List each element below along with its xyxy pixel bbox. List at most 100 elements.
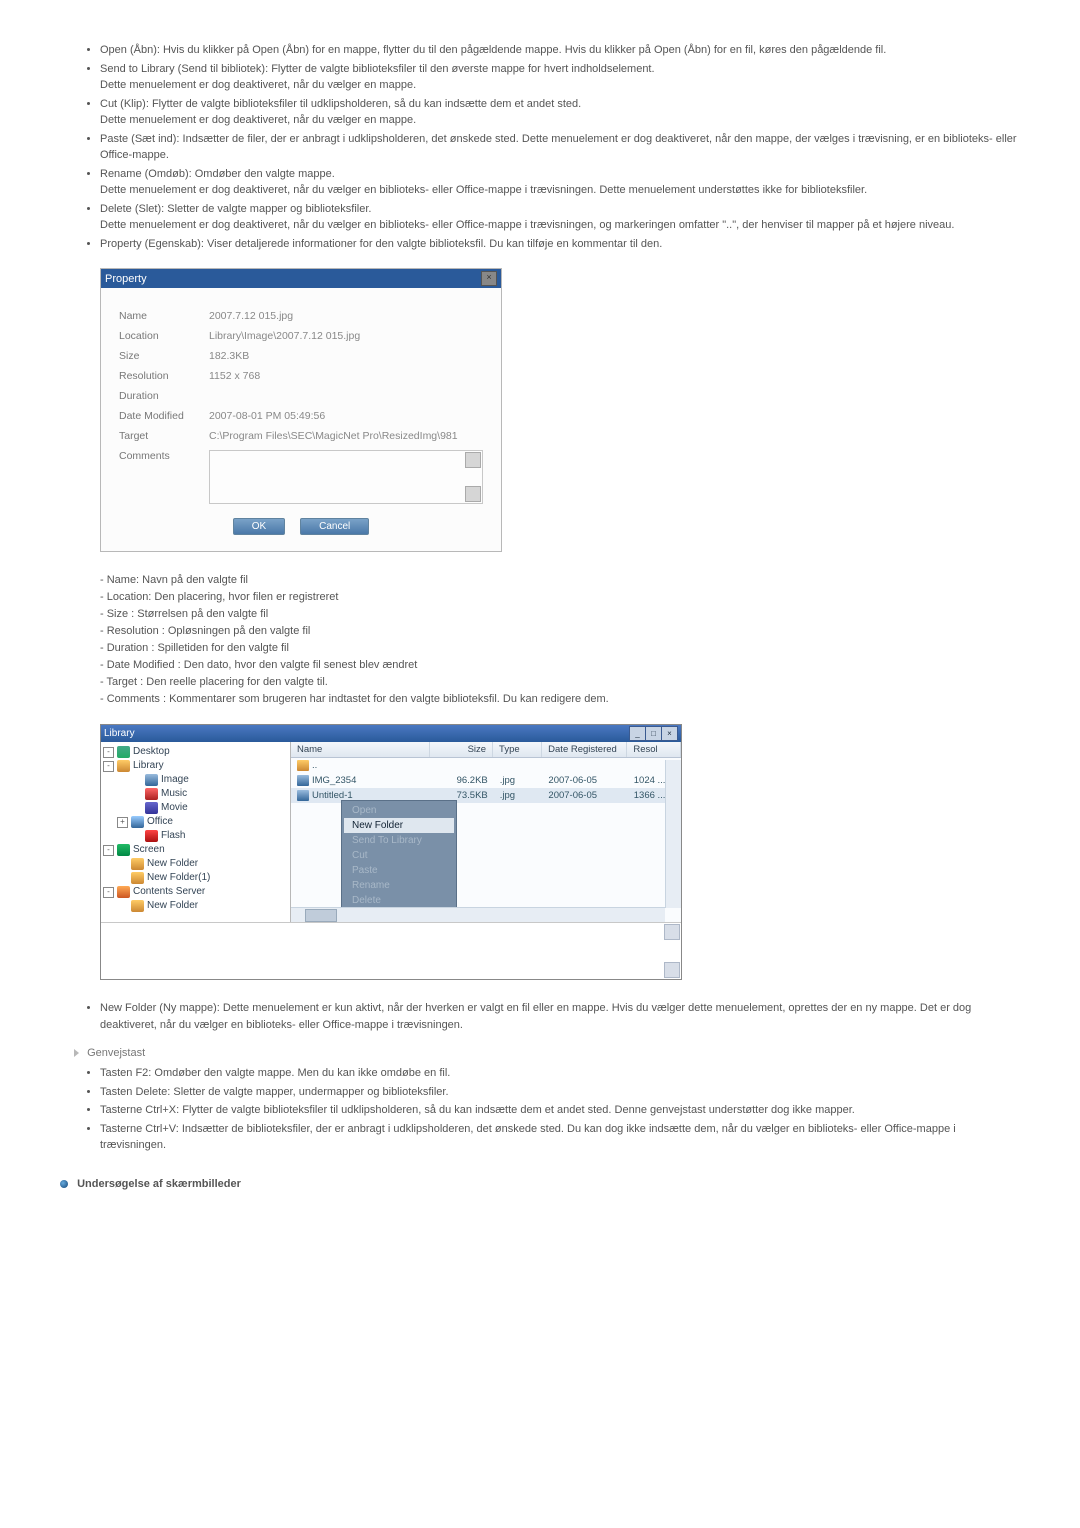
tree-node[interactable]: -Library (103, 759, 288, 773)
tree-node[interactable]: New Folder(1) (103, 871, 288, 885)
definition-line: - Target : Den reelle placering for den … (100, 674, 1020, 691)
context-menu[interactable]: OpenNew FolderSend To LibraryCutPasteRen… (341, 800, 457, 922)
library-title: Library (104, 728, 135, 739)
context-menu-item: Paste (344, 863, 454, 878)
list-item: Tasterne Ctrl+X: Flytter de valgte bibli… (100, 1102, 1020, 1119)
expand-icon (131, 832, 142, 841)
definition-line: - Date Modified : Den dato, hvor den val… (100, 657, 1020, 674)
tree-label: New Folder (147, 857, 198, 871)
section-heading: Undersøgelse af skærmbilleder (60, 1178, 1020, 1190)
screen-icon (117, 844, 130, 856)
expand-icon (131, 790, 142, 799)
prop-location-label: Location (119, 330, 209, 342)
list-item: Paste (Sæt ind): Indsætter de filer, der… (100, 131, 1020, 164)
expand-icon[interactable]: - (103, 887, 114, 898)
file-row[interactable]: IMG_235496.2KB.jpg2007-06-051024 ... (291, 773, 681, 788)
expand-icon[interactable]: - (103, 845, 114, 856)
section-heading-text: Undersøgelse af skærmbilleder (77, 1178, 241, 1190)
prop-modified-value: 2007-08-01 PM 05:49:56 (209, 410, 483, 422)
context-menu-item: Send To Library (344, 833, 454, 848)
expand-icon (117, 860, 128, 869)
expand-icon (131, 776, 142, 785)
expand-icon (117, 902, 128, 911)
definition-line: - Resolution : Opløsningen på den valgte… (100, 623, 1020, 640)
feature-list: Open (Åbn): Hvis du klikker på Open (Åbn… (60, 42, 1020, 252)
tree-node[interactable]: -Screen (103, 843, 288, 857)
prop-target-label: Target (119, 430, 209, 442)
context-menu-item[interactable]: New Folder (344, 818, 454, 833)
col-size[interactable]: Size (430, 742, 493, 757)
expand-icon[interactable]: - (103, 761, 114, 772)
definition-line: - Name: Navn på den valgte fil (100, 572, 1020, 589)
tree-node[interactable]: + Office (103, 815, 288, 829)
flash-icon (145, 830, 158, 842)
shortcut-list: Tasten F2: Omdøber den valgte mappe. Men… (60, 1065, 1020, 1154)
prop-duration-label: Duration (119, 390, 209, 402)
minimize-icon[interactable]: _ (629, 726, 646, 741)
col-name[interactable]: Name (291, 742, 430, 757)
folder-icon (117, 760, 130, 772)
file-row[interactable]: .. (291, 758, 681, 773)
office-icon (131, 816, 144, 828)
list-item: Open (Åbn): Hvis du klikker på Open (Åbn… (100, 42, 1020, 59)
prop-location-value: Library\Image\2007.7.12 015.jpg (209, 330, 483, 342)
context-menu-item: Open (344, 803, 454, 818)
expand-icon[interactable]: - (103, 747, 114, 758)
expand-icon[interactable]: + (117, 817, 128, 828)
shortcut-heading: Genvejstast (74, 1047, 1020, 1059)
list-item: Tasten F2: Omdøber den valgte mappe. Men… (100, 1065, 1020, 1082)
vertical-scrollbar[interactable] (665, 760, 681, 908)
file-icon (297, 775, 309, 786)
property-field-definitions: - Name: Navn på den valgte fil- Location… (60, 572, 1020, 708)
list-item: Tasterne Ctrl+V: Indsætter de biblioteks… (100, 1121, 1020, 1154)
close-icon[interactable]: × (661, 726, 678, 741)
tree-node[interactable]: Movie (103, 801, 288, 815)
tree-label: New Folder (147, 899, 198, 913)
tree-node[interactable]: New Folder (103, 857, 288, 871)
server-icon (117, 886, 130, 898)
context-menu-item: Rename (344, 878, 454, 893)
tree-node[interactable]: Image (103, 773, 288, 787)
tree-label: Desktop (133, 745, 170, 759)
context-menu-item: Delete (344, 893, 454, 908)
maximize-icon[interactable]: □ (645, 726, 662, 741)
list-item: Tasten Delete: Sletter de valgte mapper,… (100, 1084, 1020, 1101)
list-item: Send to Library (Send til bibliotek): Fl… (100, 61, 1020, 94)
file-icon (297, 760, 309, 771)
property-title: Property (105, 273, 147, 285)
tree-node[interactable]: Music (103, 787, 288, 801)
tree-label: Office (147, 815, 173, 829)
comments-textarea[interactable] (209, 450, 483, 504)
list-item: Property (Egenskab): Viser detaljerede i… (100, 236, 1020, 253)
tree-node[interactable]: - Desktop (103, 745, 288, 759)
tree-node[interactable]: New Folder (103, 899, 288, 913)
tree-node[interactable]: -Contents Server (103, 885, 288, 899)
ok-button[interactable]: OK (233, 518, 285, 535)
list-item: Delete (Slet): Sletter de valgte mapper … (100, 201, 1020, 234)
col-type[interactable]: Type (493, 742, 542, 757)
preview-pane (101, 922, 681, 979)
cancel-button[interactable]: Cancel (300, 518, 369, 535)
property-titlebar: Property × (101, 269, 501, 288)
tree-label: Flash (161, 829, 185, 843)
prop-size-label: Size (119, 350, 209, 362)
prop-name-value: 2007.7.12 015.jpg (209, 310, 483, 322)
tree-label: New Folder(1) (147, 871, 210, 885)
folder-tree[interactable]: - Desktop-LibraryImageMusicMovie + OfficeFl… (101, 742, 291, 922)
column-headers: Name Size Type Date Registered Resol (291, 742, 681, 758)
col-res[interactable]: Resol (627, 742, 681, 757)
definition-line: - Comments : Kommentarer som brugeren ha… (100, 691, 1020, 708)
tree-node[interactable]: Flash (103, 829, 288, 843)
col-date[interactable]: Date Registered (542, 742, 627, 757)
list-item: Rename (Omdøb): Omdøber den valgte mappe… (100, 166, 1020, 199)
definition-line: - Size : Størrelsen på den valgte fil (100, 606, 1020, 623)
expand-icon (117, 874, 128, 883)
file-icon (297, 790, 309, 801)
prop-modified-label: Date Modified (119, 410, 209, 422)
property-dialog: Property × Name2007.7.12 015.jpg Locatio… (100, 268, 502, 552)
horizontal-scrollbar[interactable] (291, 907, 665, 922)
close-icon[interactable]: × (481, 271, 497, 286)
prop-size-value: 182.3KB (209, 350, 483, 362)
newfolder-list: New Folder (Ny mappe): Dette menuelement… (60, 1000, 1020, 1033)
folder-icon (131, 858, 144, 870)
